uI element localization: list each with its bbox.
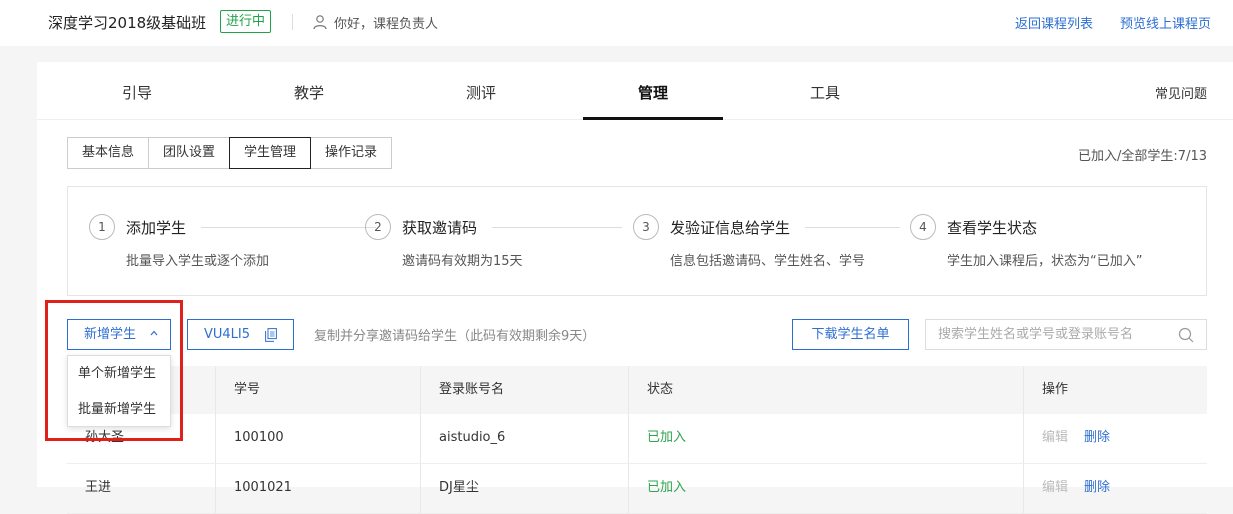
edit-button[interactable]: 编辑 [1042,480,1068,495]
row-actions: 编辑 删除 [1023,414,1207,463]
user-greeting: 你好，课程负责人 [334,17,439,32]
tab-tools[interactable]: 工具 [755,82,895,103]
row-actions: 编辑 删除 [1023,464,1207,513]
step-title: 获取邀请码 [402,219,478,237]
joined-student-count: 已加入/全部学生:7/13 [1078,149,1207,164]
tab-guide[interactable]: 引导 [67,82,207,103]
faq-link[interactable]: 常见问题 [1155,83,1207,102]
step-description: 邀请码有效期为15天 [402,254,523,269]
step-connector [805,227,900,228]
student-name: 王进 [85,480,112,495]
step-description: 信息包括邀请码、学生姓名、学号 [670,254,866,269]
column-header-id: 学号 [215,366,420,414]
step-title: 添加学生 [126,219,187,237]
sub-tabs: 基本信息 团队设置 学生管理 操作记录 [67,137,393,169]
highlight-box [45,300,183,441]
student-table: 学号 登录账号名 状态 操作 孙大圣 100100 aistudio_6 已加入… [67,366,1207,514]
step-title: 查看学生状态 [947,219,1038,237]
table-row: 王进 1001021 DJ星尘 已加入 编辑 删除 [67,464,1207,514]
step-connector [492,227,622,228]
table-row: 孙大圣 100100 aistudio_6 已加入 编辑 删除 [67,414,1207,464]
student-search [925,319,1207,350]
column-header-status: 状态 [628,366,1023,414]
step-title: 发验证信息给学生 [670,219,791,237]
subtab-operation-log[interactable]: 操作记录 [310,137,393,169]
step-number: 1 [89,214,115,240]
tab-management[interactable]: 管理 [583,82,723,103]
preview-course-page-link[interactable]: 预览线上课程页 [1120,13,1211,32]
subtab-basic-info[interactable]: 基本信息 [67,137,150,169]
search-icon[interactable] [1178,327,1194,343]
invite-code: VU4LI5 [204,327,251,342]
active-tab-indicator [583,117,723,120]
tab-assessment[interactable]: 测评 [411,82,551,103]
student-account: aistudio_6 [420,414,628,463]
copy-icon [265,328,277,342]
download-student-list-button[interactable]: 下载学生名单 [792,319,909,350]
edit-button[interactable]: 编辑 [1042,430,1068,445]
step-description: 学生加入课程后，状态为“已加入” [947,254,1143,269]
top-bar: 深度学习2018级基础班 进行中 你好，课程负责人 返回课程列表 预览线上课程页 [0,0,1233,46]
delete-button[interactable]: 删除 [1084,480,1110,495]
student-search-input[interactable] [926,320,1176,349]
user-icon [313,15,327,30]
step-connector [201,227,376,228]
student-id: 100100 [215,414,420,463]
main-panel: 引导 教学 测评 管理 工具 常见问题 基本信息 团队设置 学生管理 操作记录 … [37,62,1233,514]
delete-button[interactable]: 删除 [1084,430,1110,445]
column-header-actions: 操作 [1023,366,1207,414]
student-status: 已加入 [628,464,1023,513]
student-account: DJ星尘 [420,464,628,513]
steps-guide: 1 添加学生 批量导入学生或逐个添加 2 获取邀请码 邀请码有效期为15天 3 … [67,186,1207,296]
step-number: 4 [910,214,936,240]
subtab-student-management[interactable]: 学生管理 [229,137,312,169]
back-to-course-list-link[interactable]: 返回课程列表 [1015,13,1093,32]
status-badge: 进行中 [220,10,272,33]
column-header-account: 登录账号名 [420,366,628,414]
main-nav: 引导 教学 测评 管理 工具 常见问题 [37,62,1233,120]
invite-code-hint: 复制并分享邀请码给学生（此码有效期剩余9天） [314,329,596,344]
student-status: 已加入 [628,414,1023,463]
header-divider [292,14,293,30]
subtab-team-settings[interactable]: 团队设置 [148,137,231,169]
student-id: 1001021 [215,464,420,513]
step-number: 3 [633,214,659,240]
tab-teaching[interactable]: 教学 [239,82,379,103]
table-header: 学号 登录账号名 状态 操作 [67,366,1207,414]
copy-invite-code-button[interactable]: VU4LI5 [187,319,294,350]
step-description: 批量导入学生或逐个添加 [126,254,270,269]
course-title: 深度学习2018级基础班 [48,14,207,32]
step-number: 2 [365,214,391,240]
